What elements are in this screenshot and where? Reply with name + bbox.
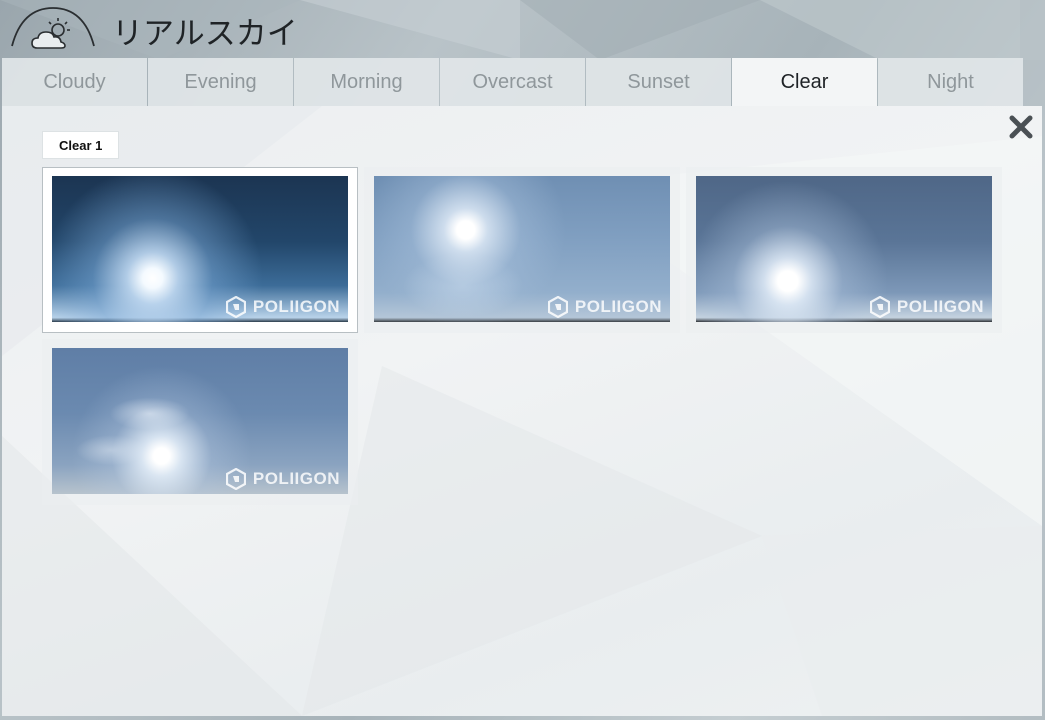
watermark-text: POLIIGON bbox=[252, 469, 340, 488]
category-tabs: Cloudy Evening Morning Overcast Sunset C… bbox=[2, 58, 1023, 106]
poliigon-watermark: POLIIGON bbox=[547, 296, 662, 318]
sky-preview-image: POLIIGON bbox=[52, 176, 348, 322]
tab-sunset[interactable]: Sunset bbox=[586, 58, 731, 106]
app-title: リアルスカイ bbox=[112, 16, 298, 52]
sky-preview-image: POLIIGON bbox=[52, 348, 348, 494]
poliigon-logo-icon bbox=[547, 296, 568, 318]
poliigon-watermark: POLIIGON bbox=[225, 468, 340, 490]
watermark-text: POLIIGON bbox=[896, 297, 984, 316]
close-icon[interactable] bbox=[1008, 114, 1034, 140]
tab-night[interactable]: Night bbox=[878, 58, 1023, 106]
group-label: Clear 1 bbox=[42, 131, 120, 159]
tab-overcast[interactable]: Overcast bbox=[440, 58, 585, 106]
cloud-sun-icon bbox=[11, 7, 95, 49]
app-header: リアルスカイ bbox=[0, 0, 1045, 58]
tab-cloudy[interactable]: Cloudy bbox=[2, 58, 147, 106]
sky-thumbnail[interactable]: POLIIGON bbox=[686, 167, 1002, 333]
tab-evening[interactable]: Evening bbox=[148, 58, 293, 106]
poliigon-watermark: POLIIGON bbox=[225, 296, 340, 318]
sky-gallery-panel: Clear 1 POLIIGON POLIIGON POLIIGON POLII… bbox=[2, 106, 1042, 716]
watermark-text: POLIIGON bbox=[574, 297, 662, 316]
watermark-text: POLIIGON bbox=[252, 297, 340, 316]
poliigon-logo-icon bbox=[869, 296, 890, 318]
poliigon-watermark: POLIIGON bbox=[869, 296, 984, 318]
tab-clear[interactable]: Clear bbox=[732, 58, 877, 106]
sky-thumbnail[interactable]: POLIIGON bbox=[42, 167, 358, 333]
poliigon-logo-icon bbox=[225, 468, 246, 490]
tab-morning[interactable]: Morning bbox=[294, 58, 439, 106]
sky-preview-image: POLIIGON bbox=[696, 176, 992, 322]
sky-thumbnail[interactable]: POLIIGON bbox=[364, 167, 680, 333]
sky-preview-image: POLIIGON bbox=[374, 176, 670, 322]
sky-thumbnail[interactable]: POLIIGON bbox=[42, 339, 358, 505]
poliigon-logo-icon bbox=[225, 296, 246, 318]
